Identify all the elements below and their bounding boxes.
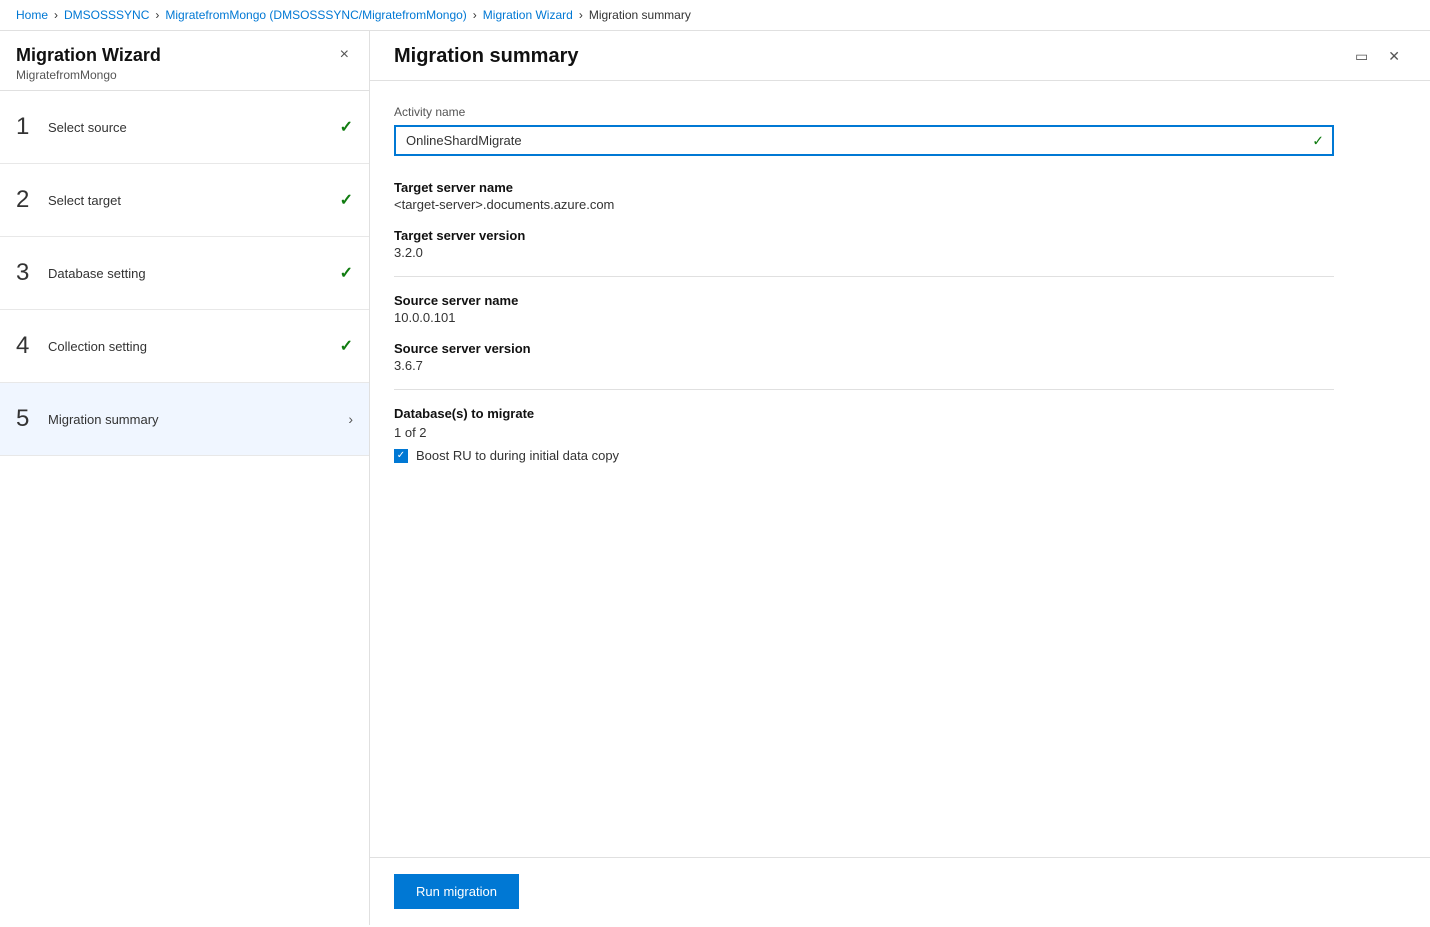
main-container: Migration Wizard MigratefromMongo × 1 Se… bbox=[0, 31, 1430, 925]
breadcrumb-dms[interactable]: DMSOSSSYNC bbox=[64, 8, 149, 22]
content-body: Activity name ✓ Target server name <targ… bbox=[370, 81, 1430, 857]
breadcrumb: Home › DMSOSSSYNC › MigratefromMongo (DM… bbox=[0, 0, 1430, 31]
source-server-name-value: 10.0.0.101 bbox=[394, 310, 1406, 325]
breadcrumb-sep-1: › bbox=[54, 8, 58, 22]
separator-2 bbox=[394, 389, 1334, 390]
step-label-database-setting: Database setting bbox=[48, 266, 340, 281]
breadcrumb-home[interactable]: Home bbox=[16, 8, 48, 22]
target-server-name-value: <target-server>.documents.azure.com bbox=[394, 197, 1406, 212]
step-list: 1 Select source ✓ 2 Select target ✓ 3 Da… bbox=[0, 91, 369, 925]
breadcrumb-current: Migration summary bbox=[589, 8, 691, 22]
step-number-1: 1 bbox=[16, 113, 48, 141]
window-minimize-button[interactable]: ▭ bbox=[1349, 46, 1374, 67]
step-label-select-target: Select target bbox=[48, 193, 340, 208]
separator-1 bbox=[394, 276, 1334, 277]
window-controls: ▭ ✕ bbox=[1349, 46, 1406, 67]
databases-to-migrate-label: Database(s) to migrate bbox=[394, 406, 1406, 421]
step-check-1: ✓ bbox=[340, 117, 353, 137]
step-number-5: 5 bbox=[16, 405, 48, 433]
boost-ru-label: Boost RU to during initial data copy bbox=[416, 448, 619, 463]
step-check-3: ✓ bbox=[340, 263, 353, 283]
target-server-version-row: Target server version 3.2.0 bbox=[394, 228, 1406, 260]
content-footer: Run migration bbox=[370, 857, 1430, 925]
run-migration-button[interactable]: Run migration bbox=[394, 874, 519, 909]
step-number-3: 3 bbox=[16, 259, 48, 287]
target-server-name-row: Target server name <target-server>.docum… bbox=[394, 180, 1406, 212]
sidebar-subtitle: MigratefromMongo bbox=[16, 68, 161, 82]
step-item-select-target[interactable]: 2 Select target ✓ bbox=[0, 164, 369, 237]
step-check-4: ✓ bbox=[340, 336, 353, 356]
step-number-2: 2 bbox=[16, 186, 48, 214]
databases-section: Database(s) to migrate 1 of 2 ✓ Boost RU… bbox=[394, 406, 1406, 463]
breadcrumb-migrate[interactable]: MigratefromMongo (DMSOSSSYNC/Migratefrom… bbox=[165, 8, 466, 22]
source-server-version-value: 3.6.7 bbox=[394, 358, 1406, 373]
step-item-migration-summary[interactable]: 5 Migration summary › bbox=[0, 383, 369, 456]
activity-name-input[interactable] bbox=[394, 125, 1334, 156]
step-item-collection-setting[interactable]: 4 Collection setting ✓ bbox=[0, 310, 369, 383]
sidebar: Migration Wizard MigratefromMongo × 1 Se… bbox=[0, 31, 370, 925]
content-title: Migration summary bbox=[394, 45, 578, 68]
source-server-name-label: Source server name bbox=[394, 293, 1406, 308]
boost-ru-checkbox[interactable]: ✓ bbox=[394, 449, 408, 463]
content-panel: Migration summary ▭ ✕ Activity name ✓ Ta… bbox=[370, 31, 1430, 925]
sidebar-header: Migration Wizard MigratefromMongo × bbox=[0, 31, 369, 91]
source-server-version-row: Source server version 3.6.7 bbox=[394, 341, 1406, 373]
step-number-4: 4 bbox=[16, 332, 48, 360]
content-header: Migration summary ▭ ✕ bbox=[370, 31, 1430, 81]
sidebar-title-block: Migration Wizard MigratefromMongo bbox=[16, 45, 161, 82]
step-check-2: ✓ bbox=[340, 190, 353, 210]
activity-input-wrapper: ✓ bbox=[394, 125, 1334, 156]
databases-to-migrate-value: 1 of 2 bbox=[394, 425, 1406, 440]
source-server-version-label: Source server version bbox=[394, 341, 1406, 356]
target-server-version-label: Target server version bbox=[394, 228, 1406, 243]
step-label-select-source: Select source bbox=[48, 120, 340, 135]
step-item-database-setting[interactable]: 3 Database setting ✓ bbox=[0, 237, 369, 310]
target-server-name-label: Target server name bbox=[394, 180, 1406, 195]
step-label-collection-setting: Collection setting bbox=[48, 339, 340, 354]
window-close-button[interactable]: ✕ bbox=[1382, 46, 1406, 67]
breadcrumb-sep-2: › bbox=[155, 8, 159, 22]
sidebar-close-button[interactable]: × bbox=[336, 45, 353, 65]
breadcrumb-wizard[interactable]: Migration Wizard bbox=[483, 8, 573, 22]
target-server-version-value: 3.2.0 bbox=[394, 245, 1406, 260]
step-label-migration-summary: Migration summary bbox=[48, 412, 348, 427]
activity-input-check-icon: ✓ bbox=[1312, 132, 1324, 149]
breadcrumb-sep-3: › bbox=[473, 8, 477, 22]
source-server-name-row: Source server name 10.0.0.101 bbox=[394, 293, 1406, 325]
step-arrow-5: › bbox=[348, 411, 353, 427]
breadcrumb-sep-4: › bbox=[579, 8, 583, 22]
activity-name-label: Activity name bbox=[394, 105, 1406, 119]
boost-ru-checkbox-row: ✓ Boost RU to during initial data copy bbox=[394, 448, 1406, 463]
sidebar-title: Migration Wizard bbox=[16, 45, 161, 66]
step-item-select-source[interactable]: 1 Select source ✓ bbox=[0, 91, 369, 164]
